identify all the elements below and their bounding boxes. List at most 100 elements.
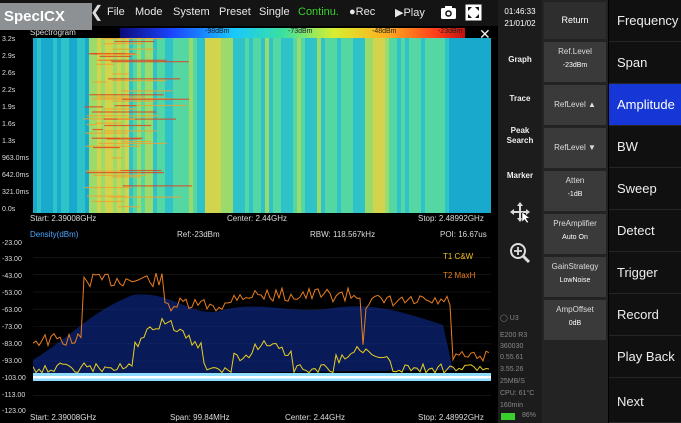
waterfall-streak (101, 38, 162, 40)
waterfall-streak (103, 118, 177, 120)
sweep-button[interactable]: Sweep (609, 168, 681, 210)
status-info: 160min (500, 402, 523, 409)
span-button[interactable]: Span (609, 42, 681, 84)
trace-button[interactable]: Trace (498, 94, 542, 103)
detect-button[interactable]: Detect (609, 210, 681, 252)
next-button[interactable]: Next (609, 381, 681, 423)
fullscreen-icon[interactable] (465, 4, 482, 21)
legend-t1: T1 C&W (443, 252, 474, 261)
waterfall-column (369, 38, 373, 213)
menu-continuous[interactable]: Continu. (298, 6, 339, 18)
waterfall-streak (85, 170, 124, 172)
waterfall-streak (117, 118, 136, 120)
waterfall-streak (110, 196, 182, 198)
menu-single[interactable]: Single (259, 6, 290, 18)
waterfall-streak (103, 108, 137, 110)
colorbar: -98dBm -73dBm -48dBm -23dBm (120, 28, 465, 38)
gain-strategy-label: GainStrategy (551, 262, 599, 271)
zoom-in-icon[interactable] (508, 241, 532, 265)
waterfall-column (289, 38, 293, 213)
waterfall-column (365, 38, 369, 213)
waterfall-column (405, 38, 409, 213)
atten-button[interactable]: Atten -1dB (544, 171, 606, 211)
waterfall-column (305, 38, 309, 213)
waterfall-column (209, 38, 213, 213)
menu-preset[interactable]: Preset (219, 6, 251, 18)
waterfall-column (237, 38, 241, 213)
waterfall-column (61, 38, 65, 213)
status-info: 3.55.26 (500, 366, 524, 373)
trigger-button[interactable]: Trigger (609, 252, 681, 294)
waterfall-streak (117, 206, 140, 208)
waterfall-streak (102, 43, 144, 45)
menu-system[interactable]: System (173, 6, 210, 18)
waterfall-column (217, 38, 221, 213)
amplitude-button[interactable]: Amplitude (609, 84, 681, 126)
y-tick: -103.00 (2, 375, 26, 382)
u3-ring-icon: ◯ (500, 315, 508, 322)
peak-search-button[interactable]: Peak Search (498, 126, 542, 146)
waterfall-streak (112, 100, 156, 102)
gain-strategy-button[interactable]: GainStrategy LowNoise (544, 257, 606, 297)
waterfall-column (421, 38, 425, 213)
frequency-button[interactable]: Frequency (609, 0, 681, 42)
preamplifier-button[interactable]: PreAmplifier Auto On (544, 214, 606, 254)
return-button[interactable]: Return (544, 2, 606, 39)
amp-offset-button[interactable]: AmpOffset 0dB (544, 300, 606, 340)
waterfall-column (329, 38, 333, 213)
waterfall-column (345, 38, 349, 213)
waterfall-column (477, 38, 481, 213)
menu-file[interactable]: File (107, 6, 125, 18)
waterfall-column (201, 38, 205, 213)
waterfall-column (385, 38, 389, 213)
waterfall-column (205, 38, 209, 213)
waterfall-streak (111, 80, 167, 82)
waterfall-column (417, 38, 421, 213)
gain-strategy-value: LowNoise (559, 277, 591, 284)
waterfall-streak (114, 105, 137, 107)
waterfall-column (157, 38, 161, 213)
back-icon[interactable]: ❮ (90, 2, 103, 22)
graph-button[interactable]: Graph (498, 55, 542, 64)
waterfall-column (389, 38, 393, 213)
camera-icon[interactable] (440, 4, 457, 21)
stop-freq: Stop: 2.48992GHz (418, 413, 484, 422)
waterfall-column (161, 38, 165, 213)
waterfall-column (257, 38, 261, 213)
waterfall-column (65, 38, 69, 213)
waterfall-column (89, 38, 93, 213)
waterfall-column (481, 38, 485, 213)
y-tick: 2.9s (2, 53, 16, 60)
waterfall-streak (100, 54, 138, 56)
waterfall-column (489, 38, 491, 213)
waterfall-column (45, 38, 49, 213)
rec-button[interactable]: ●Rec (349, 6, 375, 18)
y-tick: -63.00 (2, 307, 22, 314)
waterfall-column (457, 38, 461, 213)
playback-button[interactable]: Play Back (609, 336, 681, 378)
marker-button[interactable]: Marker (498, 171, 542, 180)
waterfall-column (293, 38, 297, 213)
play-button[interactable]: ▶Play (395, 6, 425, 19)
ref-level-button[interactable]: Ref.Level -23dBm (544, 42, 606, 82)
waterfall-column (73, 38, 77, 213)
colorbar-label: -73dBm (288, 28, 313, 35)
noise-floor-core (33, 376, 491, 379)
waterfall-streak (85, 145, 140, 147)
play-label: Play (403, 7, 425, 19)
waterfall-streak (96, 63, 115, 65)
y-tick: 2.2s (2, 87, 16, 94)
bw-button[interactable]: BW (609, 126, 681, 168)
ref-level-label: Ref:-23dBm (177, 230, 220, 239)
waterfall-streak (108, 78, 181, 80)
waterfall-streak (89, 94, 164, 96)
move-icon[interactable] (508, 200, 532, 224)
record-button[interactable]: Record (609, 294, 681, 336)
waterfall-column (353, 38, 357, 213)
menu-mode[interactable]: Mode (135, 6, 163, 18)
waterfall-column (37, 38, 41, 213)
y-tick: 1.9s (2, 104, 16, 111)
waterfall-column (409, 38, 413, 213)
ref-level-down-button[interactable]: RefLevel ▼ (544, 128, 606, 168)
ref-level-up-button[interactable]: RefLevel ▲ (544, 85, 606, 125)
